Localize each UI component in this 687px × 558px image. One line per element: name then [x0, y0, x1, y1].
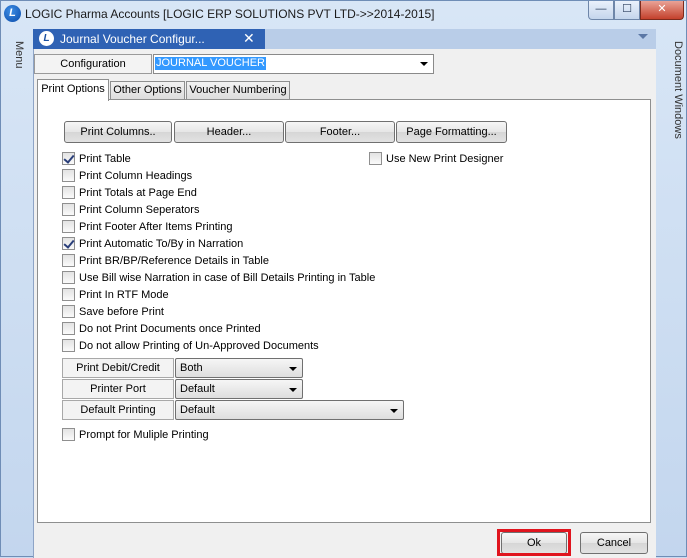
document-tab-close[interactable]: ✕: [235, 29, 265, 49]
printer-port-select[interactable]: Default: [175, 379, 303, 399]
document-list-dropdown-icon[interactable]: [638, 34, 648, 39]
tab-voucher-numbering[interactable]: Voucher Numbering: [186, 81, 290, 100]
checkbox-box[interactable]: [62, 203, 75, 216]
checkbox-box[interactable]: [62, 254, 75, 267]
checkbox-label: Do not allow Printing of Un-Approved Doc…: [79, 340, 319, 352]
chevron-down-icon: [289, 367, 297, 371]
document-windows-side-tab[interactable]: Document Windows: [664, 41, 684, 161]
chevron-down-icon: [390, 409, 398, 413]
app-window: L LOGIC Pharma Accounts [LOGIC ERP SOLUT…: [0, 0, 687, 558]
checkbox-label: Do not Print Documents once Printed: [79, 323, 261, 335]
minimize-button[interactable]: —: [588, 1, 614, 20]
checkbox-box[interactable]: [62, 322, 75, 335]
select-value: Default: [180, 404, 215, 416]
checkbox-box[interactable]: [62, 237, 75, 250]
window-controls: — ☐ ✕: [588, 1, 684, 20]
checkbox-box[interactable]: [62, 271, 75, 284]
maximize-button[interactable]: ☐: [614, 1, 640, 20]
select-value: Default: [180, 383, 215, 395]
checkbox-box[interactable]: [62, 169, 75, 182]
tab-print-options[interactable]: Print Options: [37, 79, 109, 101]
checkbox-label: Print Footer After Items Printing: [79, 221, 233, 233]
document-tab-strip: L Journal Voucher Configur... ✕: [33, 29, 656, 49]
chevron-down-icon: [289, 388, 297, 392]
default-printing-select[interactable]: Default: [175, 400, 404, 420]
app-logo-icon: L: [39, 31, 54, 46]
document-tab-journal-voucher[interactable]: L Journal Voucher Configur...: [33, 29, 235, 49]
window-title: LOGIC Pharma Accounts [LOGIC ERP SOLUTIO…: [25, 7, 435, 21]
checkbox-label: Print Totals at Page End: [79, 187, 197, 199]
chevron-down-icon: [420, 62, 428, 66]
configuration-label: Configuration: [34, 54, 152, 74]
checkbox-box[interactable]: [62, 305, 75, 318]
printer-port-label: Printer Port: [62, 379, 174, 399]
checkbox-label: Use Bill wise Narration in case of Bill …: [79, 272, 376, 284]
checkbox-label: Save before Print: [79, 306, 164, 318]
print-debit-credit-label: Print Debit/Credit: [62, 358, 174, 378]
title-bar: L LOGIC Pharma Accounts [LOGIC ERP SOLUT…: [1, 1, 686, 27]
checkbox-label: Print Column Seperators: [79, 204, 200, 216]
document-tab-label: Journal Voucher Configur...: [60, 32, 205, 46]
select-value: Both: [180, 362, 203, 374]
default-printing-label: Default Printing: [62, 400, 174, 420]
app-logo-icon: L: [4, 5, 21, 22]
checkbox-label: Print In RTF Mode: [79, 289, 169, 301]
checkbox-box[interactable]: [62, 428, 75, 441]
configuration-combo[interactable]: JOURNAL VOUCHER: [153, 54, 434, 74]
checkbox-label: Use New Print Designer: [386, 153, 504, 165]
checkbox-box[interactable]: [62, 339, 75, 352]
checkbox-label: Print Automatic To/By in Narration: [79, 238, 244, 250]
checkbox-box[interactable]: [62, 220, 75, 233]
print-columns-button[interactable]: Print Columns..: [64, 121, 172, 143]
close-button[interactable]: ✕: [640, 1, 684, 20]
tab-other-options[interactable]: Other Options: [110, 81, 185, 100]
menu-side-tab[interactable]: Menu: [5, 41, 25, 81]
footer-button[interactable]: Footer...: [285, 121, 395, 143]
header-button[interactable]: Header...: [174, 121, 284, 143]
print-debit-credit-select[interactable]: Both: [175, 358, 303, 378]
page-formatting-button[interactable]: Page Formatting...: [396, 121, 507, 143]
checkbox-label: Print Table: [79, 153, 131, 165]
ok-button-highlight: [497, 529, 571, 556]
close-icon: ✕: [243, 30, 255, 46]
checkbox-box[interactable]: [369, 152, 382, 165]
checkbox-label: Prompt for Muliple Printing: [79, 429, 209, 441]
checkbox-label: Print BR/BP/Reference Details in Table: [79, 255, 269, 267]
configuration-value: JOURNAL VOUCHER: [155, 57, 266, 70]
checkbox-box[interactable]: [62, 152, 75, 165]
checkbox-label: Print Column Headings: [79, 170, 193, 182]
cancel-button[interactable]: Cancel: [580, 532, 648, 554]
checkbox-box[interactable]: [62, 186, 75, 199]
checkbox-box[interactable]: [62, 288, 75, 301]
